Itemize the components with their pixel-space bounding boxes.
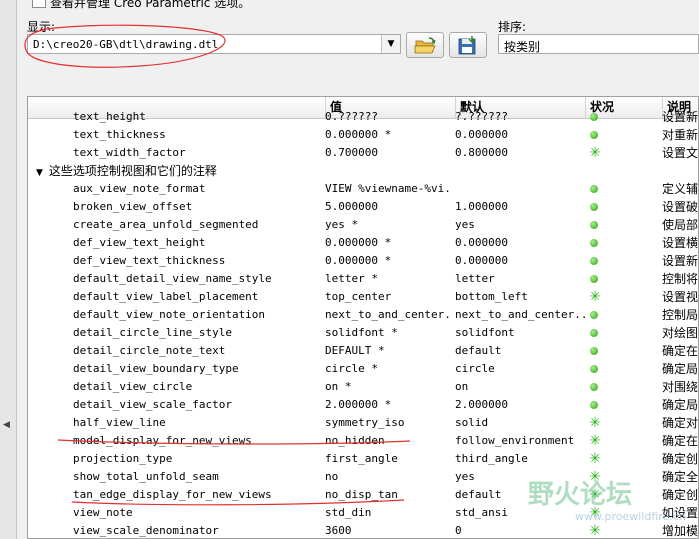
annotation-ellipse xyxy=(24,24,226,68)
watermark-text: 野火论坛 xyxy=(528,480,633,510)
annotation-underline-tan-edge xyxy=(71,499,405,506)
annotation-overlay xyxy=(24,24,411,506)
watermark-url: www.proewildfire.cn xyxy=(575,510,686,523)
annotation-underline-model-display xyxy=(57,439,411,445)
